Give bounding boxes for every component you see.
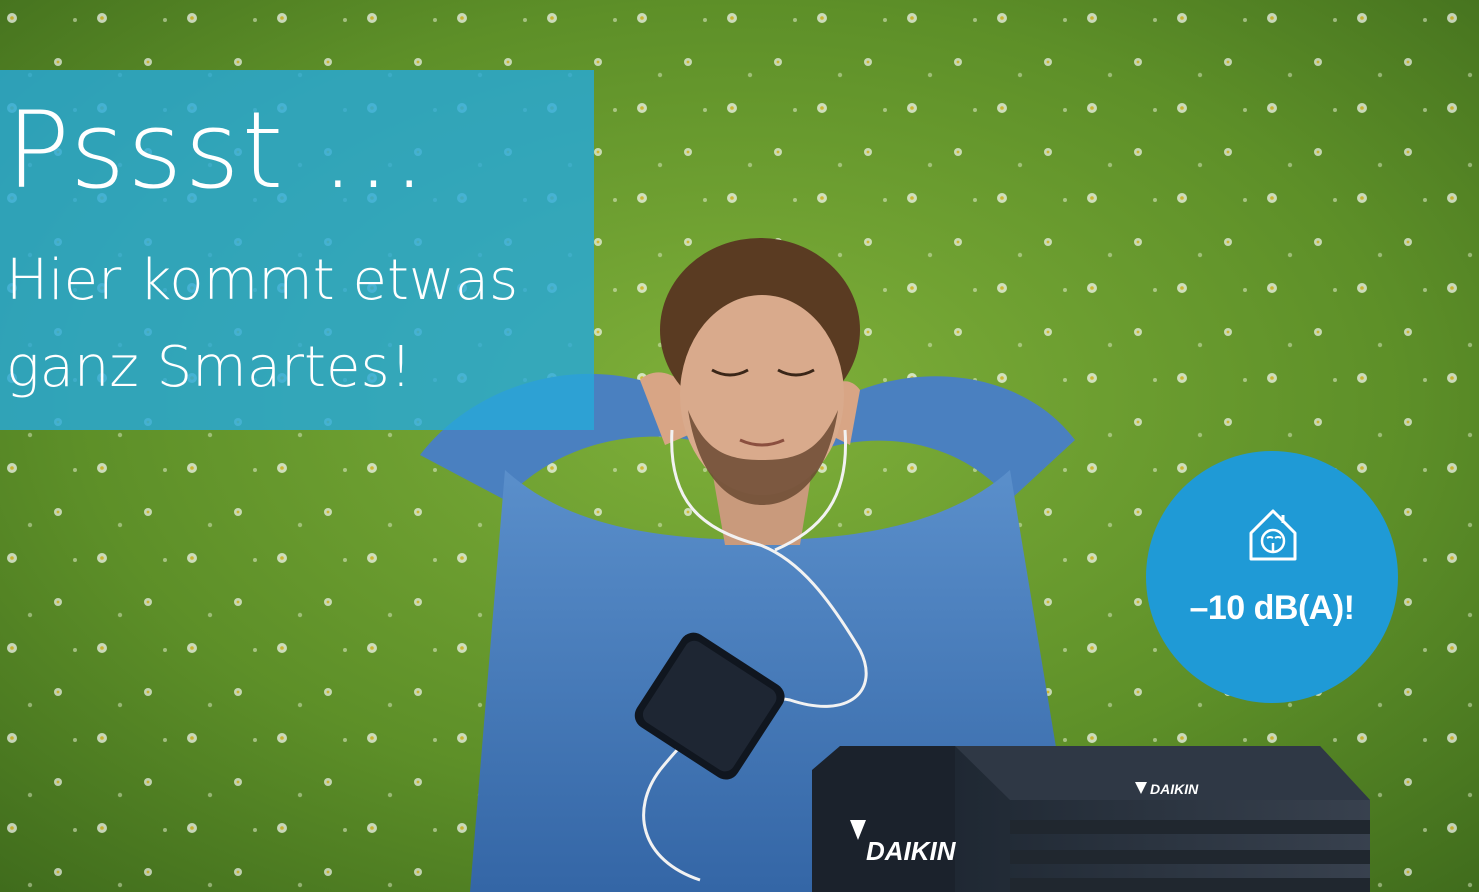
headline-subtitle-line-1: Hier kommt etwas — [6, 248, 519, 313]
headline-panel: Pssst ... Hier kommt etwas ganz Smartes! — [0, 70, 594, 430]
daikin-logo-front: DAIKIN — [866, 836, 957, 866]
hero-banner: DAIKIN DAIKIN Pssst ... Hier kommt etwas… — [0, 0, 1479, 892]
headline-subtitle-line-2: ganz Smartes! — [6, 335, 413, 400]
noise-reduction-badge: –10 dB(A)! — [1146, 451, 1398, 703]
noise-reduction-text: –10 dB(A)! — [1189, 589, 1355, 627]
daikin-logo-top: DAIKIN — [1150, 781, 1199, 797]
quiet-house-icon — [1249, 509, 1297, 561]
headline-title: Pssst ... — [6, 89, 429, 212]
heat-pump-unit: DAIKIN DAIKIN — [812, 746, 1370, 892]
